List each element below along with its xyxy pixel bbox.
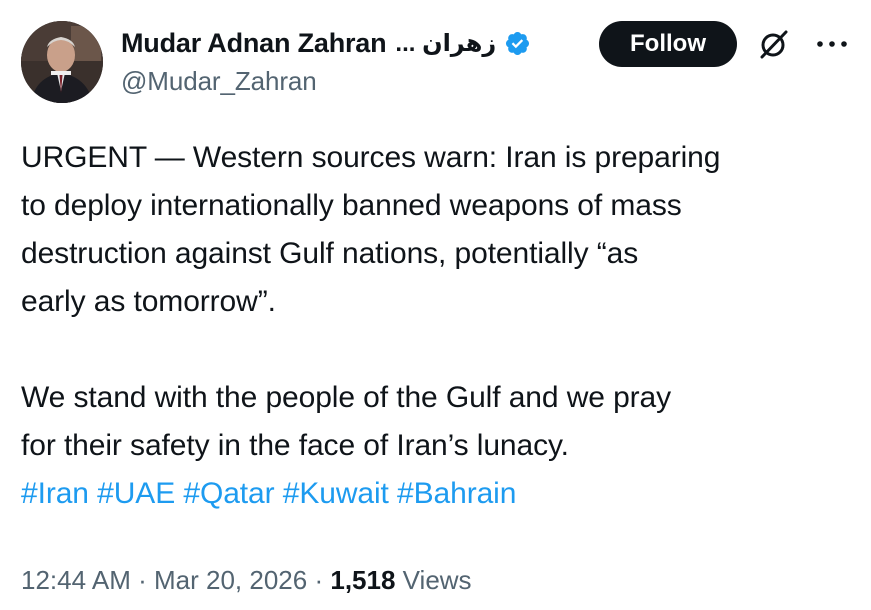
tweet-meta: 12:44 AM · Mar 20, 2026 · 1,518 Views [21,565,472,596]
follow-button[interactable]: Follow [599,21,737,67]
verified-badge-icon [504,30,531,57]
tweet-time[interactable]: 12:44 AM [21,565,131,595]
author-display-name[interactable]: Mudar Adnan Zahran [121,28,387,59]
tweet-text: URGENT — Western sources warn: Iran is p… [21,134,861,518]
tweet-line: URGENT — Western sources warn: Iran is p… [21,141,721,174]
tweet-date[interactable]: Mar 20, 2026 [154,565,307,595]
tweet-line: to deploy internationally banned weapons… [21,189,682,222]
grok-icon[interactable] [757,27,791,61]
hashtag-link[interactable]: #Iran [21,477,89,510]
hashtag-row: #Iran #UAE #Qatar #Kuwait #Bahrain [21,470,861,518]
more-dots-icon[interactable] [814,34,850,54]
hashtag-link[interactable]: #Kuwait [283,477,389,510]
tweet-line: destruction against Gulf nations, potent… [21,237,639,270]
hashtag-link[interactable]: #Bahrain [397,477,516,510]
author-handle[interactable]: @Mudar_Zahran [121,66,317,97]
views-label: Views [402,565,472,595]
avatar[interactable] [21,21,103,103]
tweet-line: We stand with the people of the Gulf and… [21,381,672,414]
author-display-name-arabic[interactable]: ... زهران [395,29,496,58]
author-name-row[interactable]: Mudar Adnan Zahran ... زهران [121,24,531,62]
tweet-card: Mudar Adnan Zahran ... زهران @Mudar_Zahr… [0,0,871,610]
hashtag-link[interactable]: #UAE [97,477,175,510]
meta-separator: · [138,565,147,595]
avatar-photo [21,21,103,103]
views-count: 1,518 [330,565,396,595]
tweet-line: early as tomorrow”. [21,285,276,318]
meta-separator: · [314,565,324,595]
hashtag-link[interactable]: #Qatar [183,477,274,510]
tweet-line: for their safety in the face of Iran’s l… [21,429,569,462]
